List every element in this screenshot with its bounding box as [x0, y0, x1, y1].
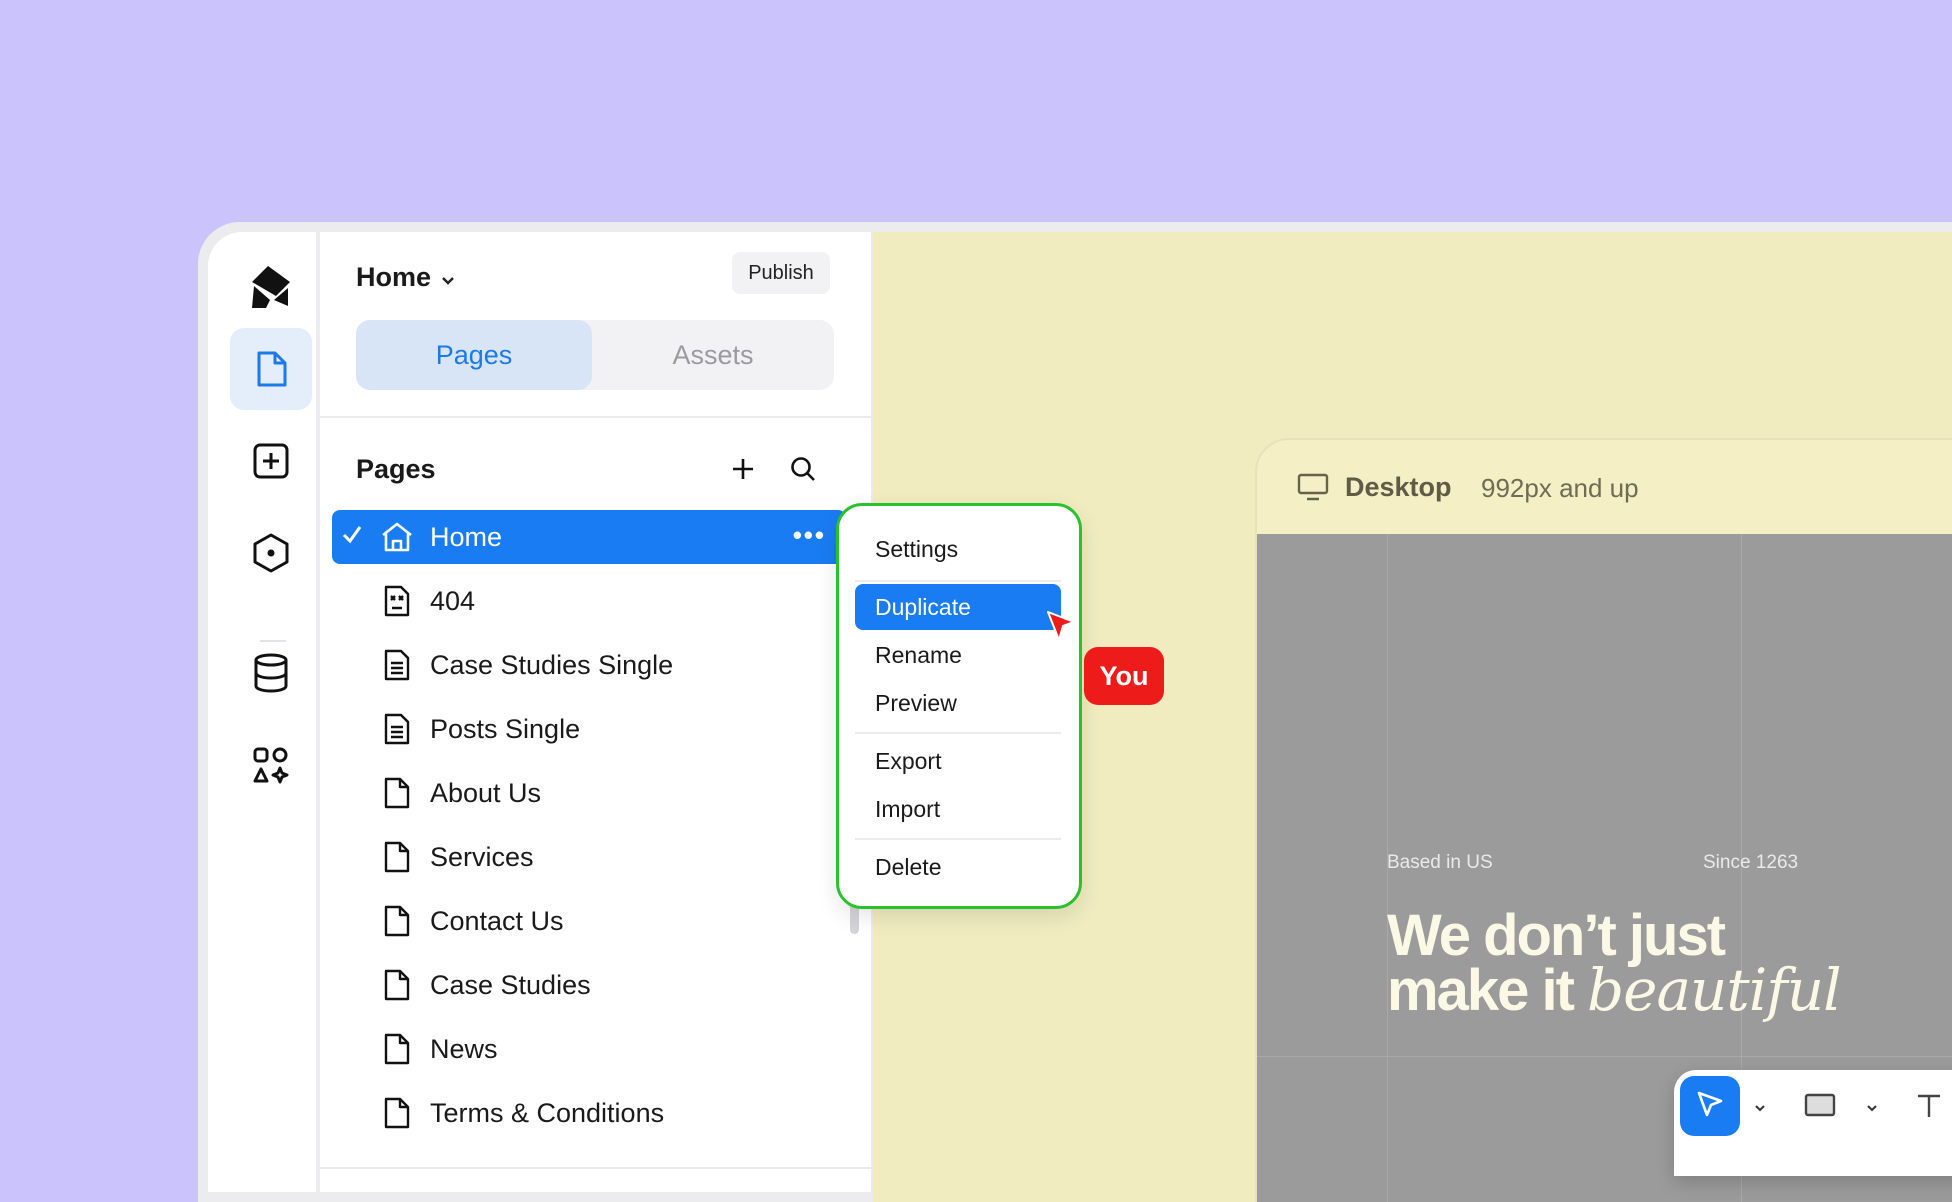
cursor-pointer-icon [1044, 608, 1078, 649]
current-page-title: Home [356, 262, 432, 292]
template-page-icon [380, 648, 414, 682]
page-row[interactable]: Contact Us [332, 894, 846, 948]
chevron-down-icon[interactable] [1754, 1100, 1766, 1118]
page-icon [380, 776, 414, 810]
canvas-toolbar [1674, 1070, 1952, 1176]
page-icon [380, 1032, 414, 1066]
collaborator-badge: You [1084, 647, 1164, 705]
menu-divider [855, 838, 1061, 840]
page-switcher[interactable]: Home [356, 262, 455, 293]
monitor-icon [1297, 472, 1329, 507]
grid-line [1257, 1056, 1952, 1057]
page-label: Home [430, 521, 503, 552]
panel-tabs: Pages Assets [356, 320, 834, 390]
menu-item-export[interactable]: Export [855, 738, 1061, 784]
menu-item-delete[interactable]: Delete [855, 844, 1061, 890]
database-icon[interactable] [230, 632, 312, 714]
hero-heading: We don’t just make it beautiful [1387, 903, 1842, 1020]
menu-item-preview[interactable]: Preview [855, 680, 1061, 726]
location-caption: Based in US [1387, 852, 1493, 873]
logo-icon[interactable] [230, 246, 312, 328]
tab-pages[interactable]: Pages [356, 320, 592, 390]
error-page-icon [380, 584, 414, 618]
more-options-icon[interactable]: ••• [793, 520, 826, 551]
chevron-down-icon [441, 262, 455, 293]
page-row[interactable]: About Us [332, 766, 846, 820]
text-tool-icon[interactable] [1914, 1090, 1944, 1125]
page-icon [380, 1096, 414, 1130]
breakpoint-description: 992px and up [1481, 473, 1639, 503]
page-row[interactable]: Case Studies [332, 958, 846, 1012]
chevron-down-icon[interactable] [1866, 1100, 1878, 1118]
page-label: Terms & Conditions [430, 1097, 665, 1128]
page-label: News [430, 1033, 498, 1064]
page-row[interactable]: Posts Single [332, 702, 846, 756]
page-icon [380, 968, 414, 1002]
select-tool-button[interactable] [1680, 1076, 1740, 1136]
breakpoint-header: Desktop 992px and up [1257, 440, 1952, 534]
page-icon [380, 840, 414, 874]
pages-section-title: Pages [356, 454, 436, 484]
page-row[interactable]: Services [332, 830, 846, 884]
components-icon[interactable] [230, 512, 312, 594]
hero-line-2-plain: make it [1387, 958, 1575, 1023]
page-label: Case Studies [430, 969, 591, 1000]
tab-assets[interactable]: Assets [592, 320, 834, 390]
page-label: Services [430, 841, 534, 872]
add-page-icon[interactable] [726, 452, 760, 486]
menu-item-import[interactable]: Import [855, 786, 1061, 832]
page-context-menu: Settings Duplicate Rename Preview Export… [836, 503, 1082, 909]
breakpoint-name: Desktop [1345, 472, 1452, 502]
publish-button[interactable]: Publish [732, 252, 830, 294]
menu-item-rename[interactable]: Rename [855, 632, 1061, 678]
since-caption: Since 1263 [1703, 852, 1799, 873]
page-label: Contact Us [430, 905, 564, 936]
page-row[interactable]: 404 [332, 574, 846, 628]
apps-icon[interactable] [230, 724, 312, 806]
page-label: 404 [430, 585, 476, 616]
pointer-icon [1694, 1088, 1726, 1125]
page-label: Posts Single [430, 713, 581, 744]
search-icon[interactable] [786, 452, 820, 486]
rectangle-tool-icon[interactable] [1804, 1092, 1836, 1123]
pages-panel: Home Publish Pages Assets Pages Home •••… [320, 232, 871, 1192]
page-row-home[interactable]: Home ••• [332, 510, 846, 564]
page-row[interactable]: Terms & Conditions [332, 1086, 846, 1140]
page-row[interactable]: News [332, 1022, 846, 1076]
menu-divider [855, 732, 1061, 734]
add-element-icon[interactable] [230, 420, 312, 502]
panel-divider [320, 1167, 871, 1169]
home-icon [380, 520, 414, 554]
template-page-icon [380, 712, 414, 746]
hero-line-2: make it beautiful [1387, 961, 1842, 1020]
page-row[interactable]: Case Studies Single [332, 638, 846, 692]
menu-item-settings[interactable]: Settings [855, 526, 1061, 572]
hero-line-2-italic: beautiful [1587, 956, 1842, 1024]
page-label: About Us [430, 777, 542, 808]
icon-rail [208, 232, 316, 1192]
page-icon [380, 904, 414, 938]
page-label: Case Studies Single [430, 649, 674, 680]
hero-line-1: We don’t just [1387, 903, 1726, 968]
check-icon [340, 522, 364, 553]
panel-divider [320, 416, 871, 418]
menu-item-duplicate[interactable]: Duplicate [855, 584, 1061, 630]
pages-icon[interactable] [230, 328, 312, 410]
menu-divider [855, 580, 1061, 582]
